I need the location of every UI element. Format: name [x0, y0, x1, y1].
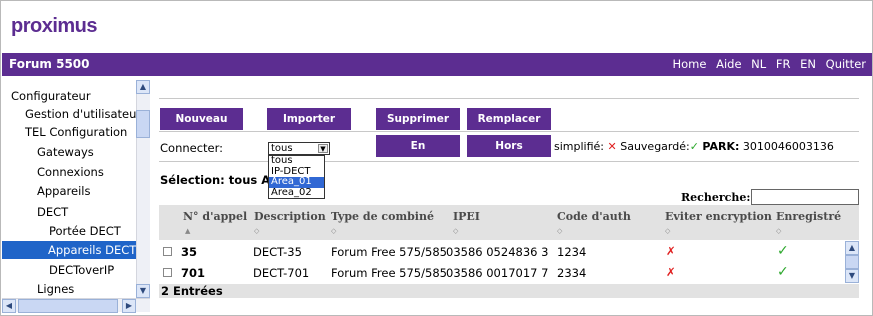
selection-value: tous	[228, 173, 258, 187]
quit-link[interactable]: Quitter	[826, 57, 866, 71]
col-type[interactable]: Type de combiné	[331, 210, 434, 223]
cell-ipei: 03586 0017017 7	[446, 266, 549, 280]
scroll-up-icon[interactable]: ▲	[136, 80, 150, 94]
cell-avoid-encryption: ✗	[666, 244, 676, 258]
scroll-right-icon[interactable]: ▶	[122, 299, 136, 313]
col-number[interactable]: N° d'appel	[183, 210, 247, 223]
on-button[interactable]: En	[376, 135, 460, 157]
sidebar-item-tel-configuration[interactable]: TEL Configuration	[25, 123, 127, 141]
sidebar-item-appareils-dect[interactable]: Appareils DECT	[2, 241, 136, 259]
selection-label: Sélection:	[160, 173, 225, 187]
cell-type: Forum Free 575/585	[331, 266, 447, 280]
scroll-thumb[interactable]	[136, 110, 150, 138]
saved-check-icon: ✓	[689, 140, 699, 153]
cell-type: Forum Free 575/585	[331, 245, 447, 259]
sidebar: Configurateur Gestion d'utilisateur TEL …	[2, 79, 152, 314]
connect-label: Connecter:	[160, 141, 224, 155]
cell-description: DECT-701	[253, 266, 310, 280]
col-description[interactable]: Description	[254, 210, 326, 223]
divider	[159, 161, 859, 162]
col-registered[interactable]: Enregistré	[776, 210, 841, 223]
row-checkbox[interactable]	[163, 247, 172, 256]
connect-select[interactable]: tous ▼	[268, 142, 330, 155]
lang-fr-link[interactable]: FR	[776, 57, 791, 71]
cell-registered: ✓	[777, 264, 789, 280]
app-title: Forum 5500	[9, 57, 90, 71]
help-link[interactable]: Aide	[716, 57, 741, 71]
saved-label: Sauvegardé:	[620, 140, 690, 153]
col-code[interactable]: Code d'auth	[557, 210, 631, 223]
off-button[interactable]: Hors	[467, 135, 551, 157]
sort-icon[interactable]: ◇	[331, 227, 336, 235]
park-label: PARK:	[702, 140, 740, 153]
divider	[159, 131, 859, 132]
sidebar-item-dect[interactable]: DECT	[37, 203, 68, 221]
status-line: simplifié: ✕ Sauvegardé:✓ PARK: 30100460…	[554, 140, 834, 153]
sidebar-item-gestion[interactable]: Gestion d'utilisateur	[25, 105, 141, 123]
sort-icon[interactable]: ◇	[453, 227, 458, 235]
home-link[interactable]: Home	[672, 57, 706, 71]
option-area-01[interactable]: Area_01	[269, 176, 324, 188]
sort-icon[interactable]: ◇	[776, 227, 781, 235]
selection-line: Sélection: tous Au	[160, 173, 278, 187]
sidebar-item-appareils[interactable]: Appareils	[37, 182, 90, 200]
cell-number: 35	[181, 245, 198, 259]
simplified-error-icon: ✕	[607, 140, 617, 153]
page: proximus Forum 5500 Home Aide NL FR EN Q…	[0, 0, 873, 316]
proximus-logo: proximus	[11, 15, 98, 37]
scroll-h-thumb[interactable]	[18, 299, 118, 313]
cell-registered: ✓	[777, 243, 789, 259]
option-tous[interactable]: tous	[269, 155, 324, 167]
col-ipei[interactable]: IPEI	[453, 210, 480, 223]
search-input[interactable]	[751, 189, 859, 205]
cell-ipei: 03586 0524836 3	[446, 245, 549, 259]
cell-code: 2334	[557, 266, 587, 280]
sidebar-item-gateways[interactable]: Gateways	[37, 143, 94, 161]
cell-number: 701	[181, 266, 206, 280]
lang-nl-link[interactable]: NL	[751, 57, 766, 71]
import-button[interactable]: Importer	[267, 108, 351, 130]
sort-asc-icon[interactable]: ▲	[185, 227, 190, 235]
new-button[interactable]: Nouveau	[160, 108, 243, 130]
sidebar-item-configurateur[interactable]: Configurateur	[11, 87, 91, 105]
row-checkbox[interactable]	[163, 268, 172, 277]
park-value: 3010046003136	[742, 140, 834, 153]
divider	[159, 98, 859, 99]
top-bar: Forum 5500 Home Aide NL FR EN Quitter	[2, 53, 872, 76]
cell-description: DECT-35	[253, 245, 302, 259]
connect-dropdown: tous IP-DECT Area_01 Area_02	[268, 155, 325, 199]
cell-code: 1234	[557, 245, 587, 259]
table-vertical-scrollbar[interactable]: ▲ ▼	[845, 241, 859, 283]
scroll-thumb[interactable]	[845, 255, 859, 269]
sidebar-item-connexions[interactable]: Connexions	[37, 163, 104, 181]
sort-icon[interactable]: ◇	[557, 227, 562, 235]
option-area-02[interactable]: Area_02	[269, 187, 324, 199]
chevron-down-icon[interactable]: ▼	[318, 144, 328, 153]
table-header: N° d'appel Description Type de combiné I…	[159, 205, 859, 240]
search-label: Recherche:	[681, 191, 751, 204]
simplified-label: simplifié:	[554, 140, 604, 153]
connect-select-value: tous	[271, 143, 293, 154]
scroll-left-icon[interactable]: ◀	[2, 299, 16, 313]
delete-button[interactable]: Supprimer	[376, 108, 460, 130]
replace-button[interactable]: Remplacer	[467, 108, 551, 130]
sort-icon[interactable]: ◇	[254, 227, 259, 235]
scroll-down-icon[interactable]: ▼	[136, 284, 150, 298]
scroll-down-icon[interactable]: ▼	[845, 269, 859, 283]
col-avoid-encryption[interactable]: Eviter encryption	[665, 210, 772, 223]
table-footer: 2 Entrées	[159, 284, 859, 298]
sidebar-item-dectoverip[interactable]: DECToverIP	[49, 261, 114, 279]
scroll-up-icon[interactable]: ▲	[845, 241, 859, 255]
sidebar-horizontal-scrollbar[interactable]: ◀ ▶	[2, 298, 150, 313]
sort-icon[interactable]: ◇	[665, 227, 670, 235]
sidebar-item-portee-dect[interactable]: Portée DECT	[49, 222, 121, 240]
lang-en-link[interactable]: EN	[800, 57, 816, 71]
top-links: Home Aide NL FR EN Quitter	[666, 57, 866, 71]
sidebar-vertical-scrollbar[interactable]: ▲ ▼	[136, 80, 150, 298]
cell-avoid-encryption: ✗	[666, 265, 676, 279]
sidebar-item-lignes[interactable]: Lignes	[37, 280, 74, 298]
